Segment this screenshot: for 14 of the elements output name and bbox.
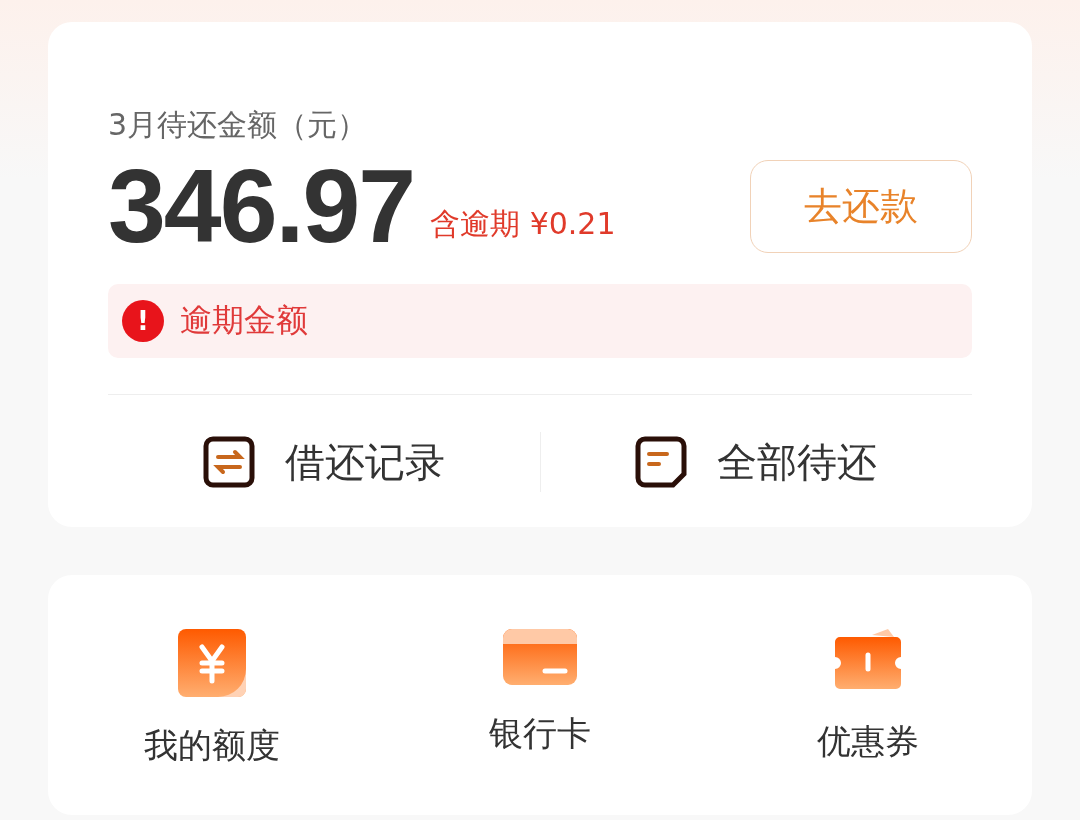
document-icon bbox=[635, 436, 688, 488]
service-label[interactable]: 银行卡 bbox=[489, 711, 591, 757]
bank-card-icon bbox=[503, 629, 577, 685]
link-label[interactable]: 借还记录 bbox=[284, 434, 445, 490]
link-label[interactable]: 全部待还 bbox=[717, 434, 878, 490]
service-label[interactable]: 优惠券 bbox=[817, 719, 919, 765]
yen-icon bbox=[178, 629, 246, 697]
alert-icon: ! bbox=[122, 300, 164, 342]
service-label[interactable]: 我的额度 bbox=[144, 723, 280, 769]
bill-title: 3月待还金额（元） bbox=[108, 110, 369, 140]
alert-text: 逾期金额 bbox=[180, 300, 308, 341]
swap-arrows-icon bbox=[202, 436, 255, 488]
overdue-note: 含逾期 ¥0.21 bbox=[430, 204, 616, 243]
amount-due: 346.97 bbox=[108, 154, 415, 258]
